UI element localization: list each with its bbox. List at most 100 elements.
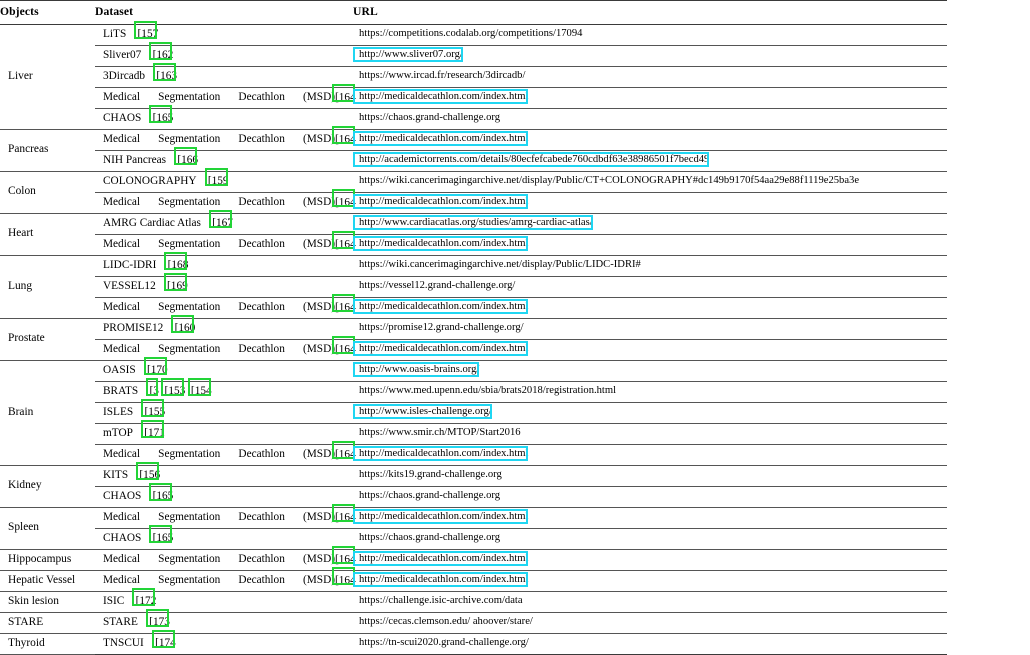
citation-number[interactable]: 173 [153, 616, 170, 628]
citation-ref[interactable]: [169 [167, 280, 188, 292]
dataset-url[interactable]: http://medicaldecathlon.com/index.html [359, 511, 528, 522]
citation-number[interactable]: 159 [212, 175, 229, 187]
citation-number[interactable]: 171 [148, 427, 165, 439]
citation-ref[interactable]: [164 [335, 196, 356, 208]
citation-ref[interactable]: [3 [149, 385, 158, 397]
dataset-url[interactable]: http://www.cardiacatlas.org/studies/amrg… [359, 217, 593, 228]
dataset-cell: Medical Segmentation Decathlon (MSD) [16… [95, 87, 356, 109]
citation-number[interactable]: 164 [339, 91, 356, 103]
citation-number[interactable]: 164 [339, 196, 356, 208]
citation-ref[interactable]: [164 [335, 238, 356, 250]
dataset-url[interactable]: http://academictorrents.com/details/80ec… [359, 154, 709, 165]
citation-number[interactable]: 169 [171, 280, 188, 292]
dataset-url[interactable]: http://www.sliver07.org/ [359, 49, 463, 60]
citation-ref[interactable]: [156 [139, 469, 160, 481]
citation-number[interactable]: 164 [339, 574, 356, 586]
dataset-url[interactable]: https://challenge.isic-archive.com/data [359, 595, 523, 606]
citation-ref[interactable]: [166 [177, 154, 198, 166]
citation-number[interactable]: 163 [160, 70, 177, 82]
citation-ref[interactable]: [164 [335, 91, 356, 103]
citation-ref[interactable]: [167 [212, 217, 233, 229]
citation-ref[interactable]: [164 [335, 553, 356, 565]
citation-number[interactable]: 157 [141, 28, 158, 40]
dataset-url[interactable]: https://vessel12.grand-challenge.org/ [359, 280, 515, 291]
citation-ref[interactable]: [159 [208, 175, 229, 187]
dataset-url[interactable]: https://tn-scui2020.grand-challenge.org/ [359, 637, 529, 648]
citation-ref[interactable]: [160 [175, 322, 196, 334]
citation-number[interactable]: 170 [151, 364, 168, 376]
citation-ref[interactable]: [164 [335, 133, 356, 145]
citation-ref[interactable]: [164 [335, 574, 356, 586]
citation-number[interactable]: 165 [156, 112, 173, 124]
citation-ref[interactable]: [162 [153, 49, 174, 61]
citation-number[interactable]: 153 [168, 385, 185, 397]
dataset-url[interactable]: http://medicaldecathlon.com/index.html [359, 91, 528, 102]
citation-ref[interactable]: [164 [335, 448, 356, 460]
citation-ref[interactable]: [163 [156, 70, 177, 82]
citation-number[interactable]: 160 [178, 322, 195, 334]
citation-number[interactable]: 165 [156, 490, 173, 502]
citation-ref[interactable]: [154 [191, 385, 212, 397]
citation-number[interactable]: 167 [216, 217, 233, 229]
dataset-cell: CHAOS [165 [95, 486, 353, 508]
citation-ref[interactable]: [164 [335, 511, 356, 523]
dataset-url[interactable]: http://www.isles-challenge.org/ [359, 406, 492, 417]
dataset-url[interactable]: https://chaos.grand-challenge.org [359, 112, 500, 123]
dataset-url[interactable]: http://medicaldecathlon.com/index.html [359, 238, 528, 249]
dataset-url[interactable]: http://medicaldecathlon.com/index.html [359, 343, 528, 354]
citation-ref[interactable]: [171 [144, 427, 165, 439]
citation-number[interactable]: 164 [339, 301, 356, 313]
dataset-url[interactable]: https://www.ircad.fr/research/3dircadb/ [359, 70, 525, 81]
dataset-url[interactable]: http://www.oasis-brains.org/ [359, 364, 479, 375]
dataset-url[interactable]: https://www.smir.ch/MTOP/Start2016 [359, 427, 521, 438]
dataset-url[interactable]: http://medicaldecathlon.com/index.html [359, 448, 528, 459]
citation-number[interactable]: 155 [148, 406, 165, 418]
citation-number[interactable]: 164 [339, 343, 356, 355]
citation-number[interactable]: 156 [143, 469, 160, 481]
dataset-url[interactable]: http://medicaldecathlon.com/index.html [359, 133, 528, 144]
dataset-url[interactable]: http://medicaldecathlon.com/index.html [359, 574, 528, 585]
dataset-url[interactable]: https://chaos.grand-challenge.org [359, 532, 500, 543]
dataset-url[interactable]: https://chaos.grand-challenge.org [359, 490, 500, 501]
dataset-url[interactable]: https://wiki.cancerimagingarchive.net/di… [359, 259, 641, 270]
citation-number[interactable]: 164 [339, 511, 356, 523]
dataset-name: 3Dircadb [103, 69, 146, 82]
citation-ref[interactable]: [165 [153, 490, 174, 502]
citation-ref[interactable]: [173 [149, 616, 170, 628]
dataset-url[interactable]: http://medicaldecathlon.com/index.html [359, 196, 528, 207]
citation-ref[interactable]: [170 [147, 364, 168, 376]
citation-ref[interactable]: [168 [168, 259, 189, 271]
citation-ref[interactable]: [165 [153, 532, 174, 544]
dataset-cell: KITS [156 [95, 465, 353, 487]
citation-number[interactable]: 172 [139, 595, 156, 607]
citation-number[interactable]: 166 [181, 154, 198, 166]
dataset-url[interactable]: https://promise12.grand-challenge.org/ [359, 322, 524, 333]
citation-number[interactable]: 162 [156, 49, 173, 61]
citation-ref[interactable]: [164 [335, 343, 356, 355]
citation-number[interactable]: 154 [195, 385, 212, 397]
citation-ref[interactable]: [174 [155, 637, 176, 649]
dataset-url[interactable]: https://competitions.codalab.org/competi… [359, 28, 582, 39]
citation-ref[interactable]: [155 [144, 406, 165, 418]
citation-number[interactable]: 164 [339, 133, 356, 145]
citation-number[interactable]: 168 [171, 259, 188, 271]
dataset-url[interactable]: http://medicaldecathlon.com/index.html [359, 301, 528, 312]
dataset-url[interactable]: https://wiki.cancerimagingarchive.net/di… [359, 175, 859, 186]
citation-number[interactable]: 164 [339, 553, 356, 565]
citation-number[interactable]: 3 [153, 385, 159, 397]
dataset-url[interactable]: http://medicaldecathlon.com/index.html [359, 553, 528, 564]
citation-ref[interactable]: [172 [136, 595, 157, 607]
dataset-url[interactable]: https://www.med.upenn.edu/sbia/brats2018… [359, 385, 616, 396]
citation-ref[interactable]: [165 [153, 112, 174, 124]
table-row: Kidney KITS [156 https://kits19.grand-chal… [0, 465, 947, 508]
dataset-url[interactable]: https://kits19.grand-challenge.org [359, 469, 502, 480]
citation-number[interactable]: 164 [339, 238, 356, 250]
citation-number[interactable]: 164 [339, 448, 356, 460]
object-label-cell: Heart [0, 213, 95, 256]
object-label-cell: Spleen [0, 507, 95, 550]
citation-ref[interactable]: [153 [165, 385, 186, 397]
citation-ref[interactable]: [164 [335, 301, 356, 313]
citation-number[interactable]: 174 [159, 637, 176, 649]
citation-ref[interactable]: [157 [138, 28, 159, 40]
citation-number[interactable]: 165 [156, 532, 173, 544]
